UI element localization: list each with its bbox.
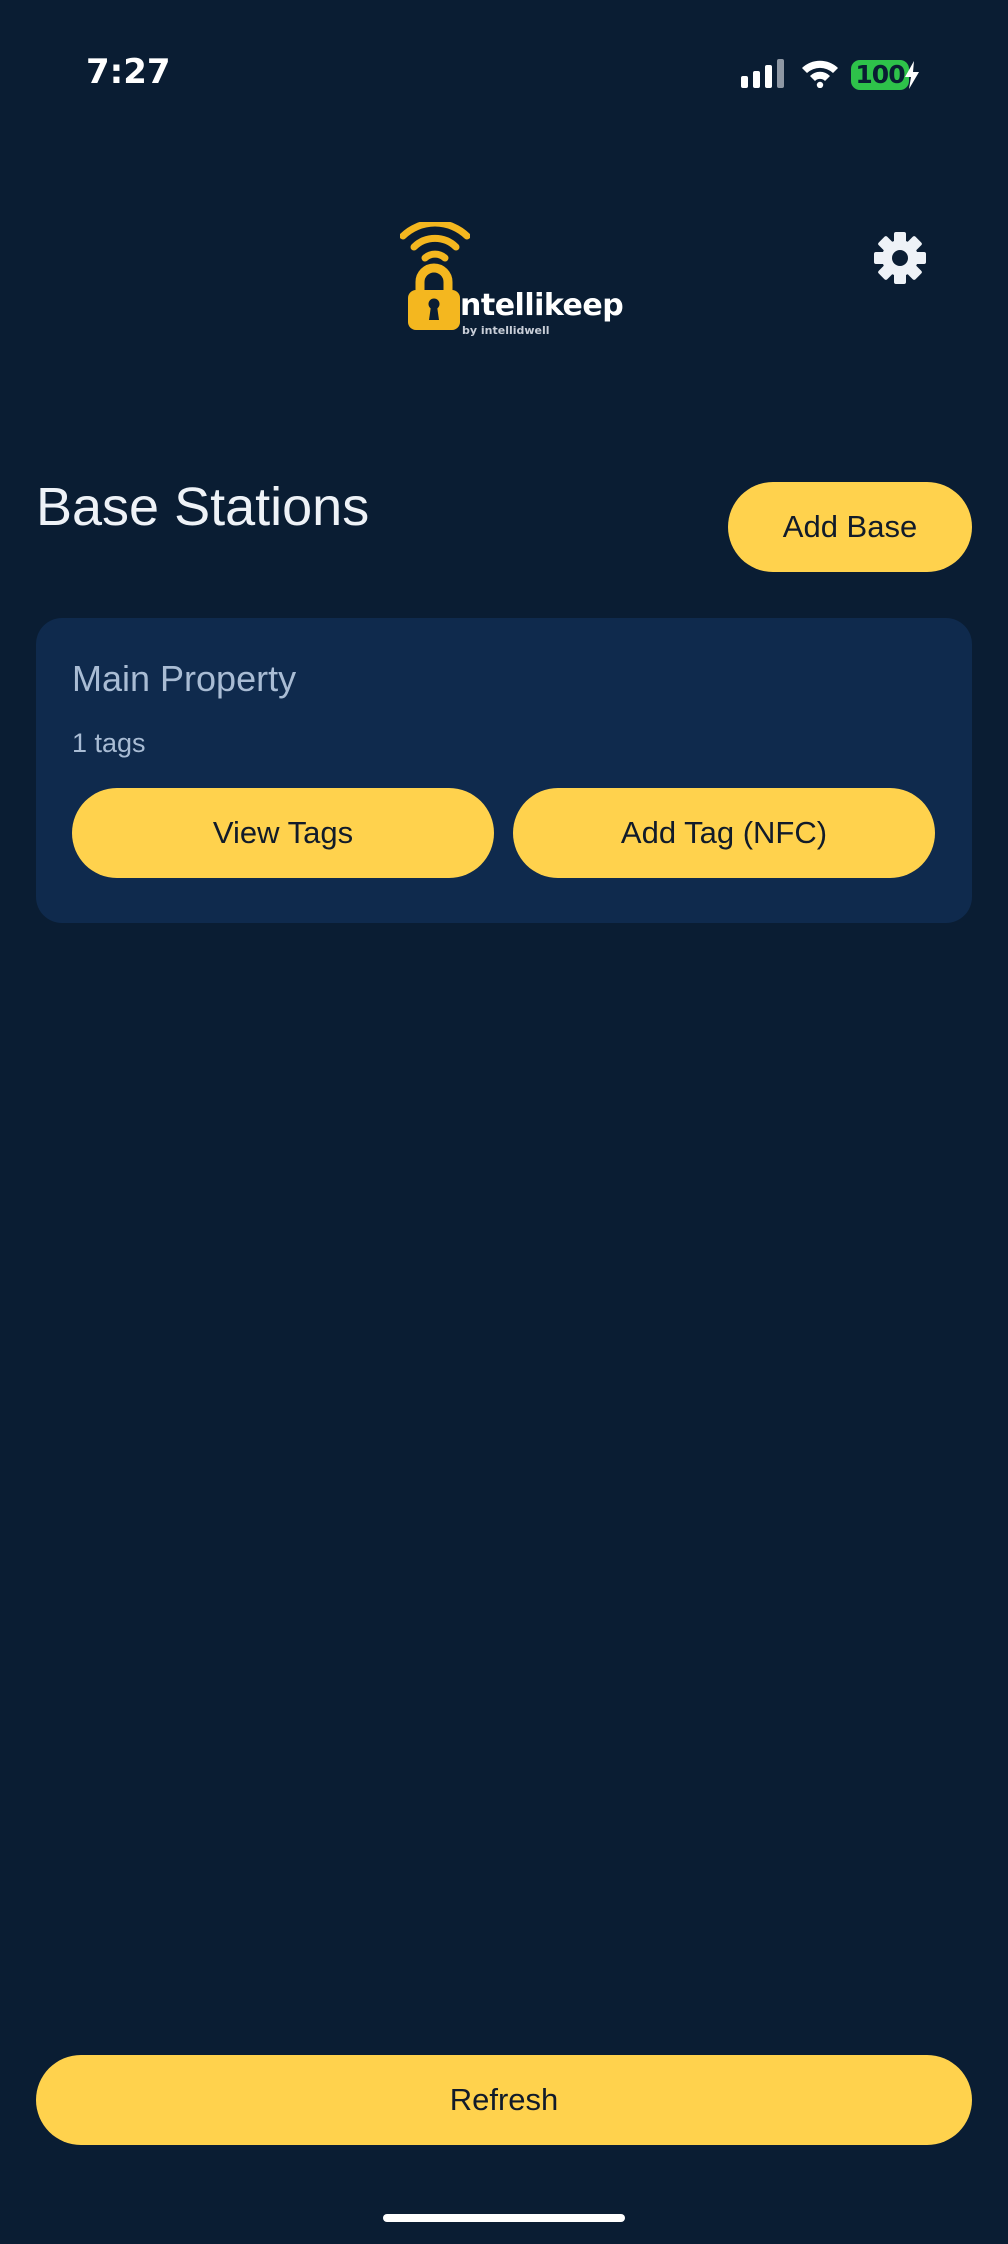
app-logo: ntellikeep by intellidwell bbox=[400, 222, 624, 342]
gear-icon bbox=[874, 232, 926, 284]
wifi-icon bbox=[802, 60, 838, 88]
charging-bolt-icon bbox=[905, 61, 919, 89]
base-station-card: Main Property 1 tags View Tags Add Tag (… bbox=[36, 618, 972, 923]
battery-icon: 100 bbox=[851, 60, 909, 90]
status-bar: 7:27 100 bbox=[0, 0, 1008, 150]
settings-button[interactable] bbox=[872, 230, 928, 286]
logo-wifi-icon bbox=[400, 222, 470, 262]
signal-icon bbox=[741, 59, 784, 88]
status-time: 7:27 bbox=[86, 52, 171, 92]
add-base-button[interactable]: Add Base bbox=[728, 482, 972, 572]
refresh-button[interactable]: Refresh bbox=[36, 2055, 972, 2145]
base-station-name: Main Property bbox=[72, 658, 297, 699]
tag-count: 1 tags bbox=[72, 728, 146, 758]
page-title: Base Stations bbox=[36, 477, 370, 537]
logo-subtitle: by intellidwell bbox=[462, 324, 550, 337]
home-indicator[interactable] bbox=[383, 2214, 625, 2222]
view-tags-button[interactable]: View Tags bbox=[72, 788, 494, 878]
logo-wordmark: ntellikeep bbox=[460, 288, 624, 323]
lock-icon bbox=[408, 263, 460, 330]
add-tag-nfc-button[interactable]: Add Tag (NFC) bbox=[513, 788, 935, 878]
